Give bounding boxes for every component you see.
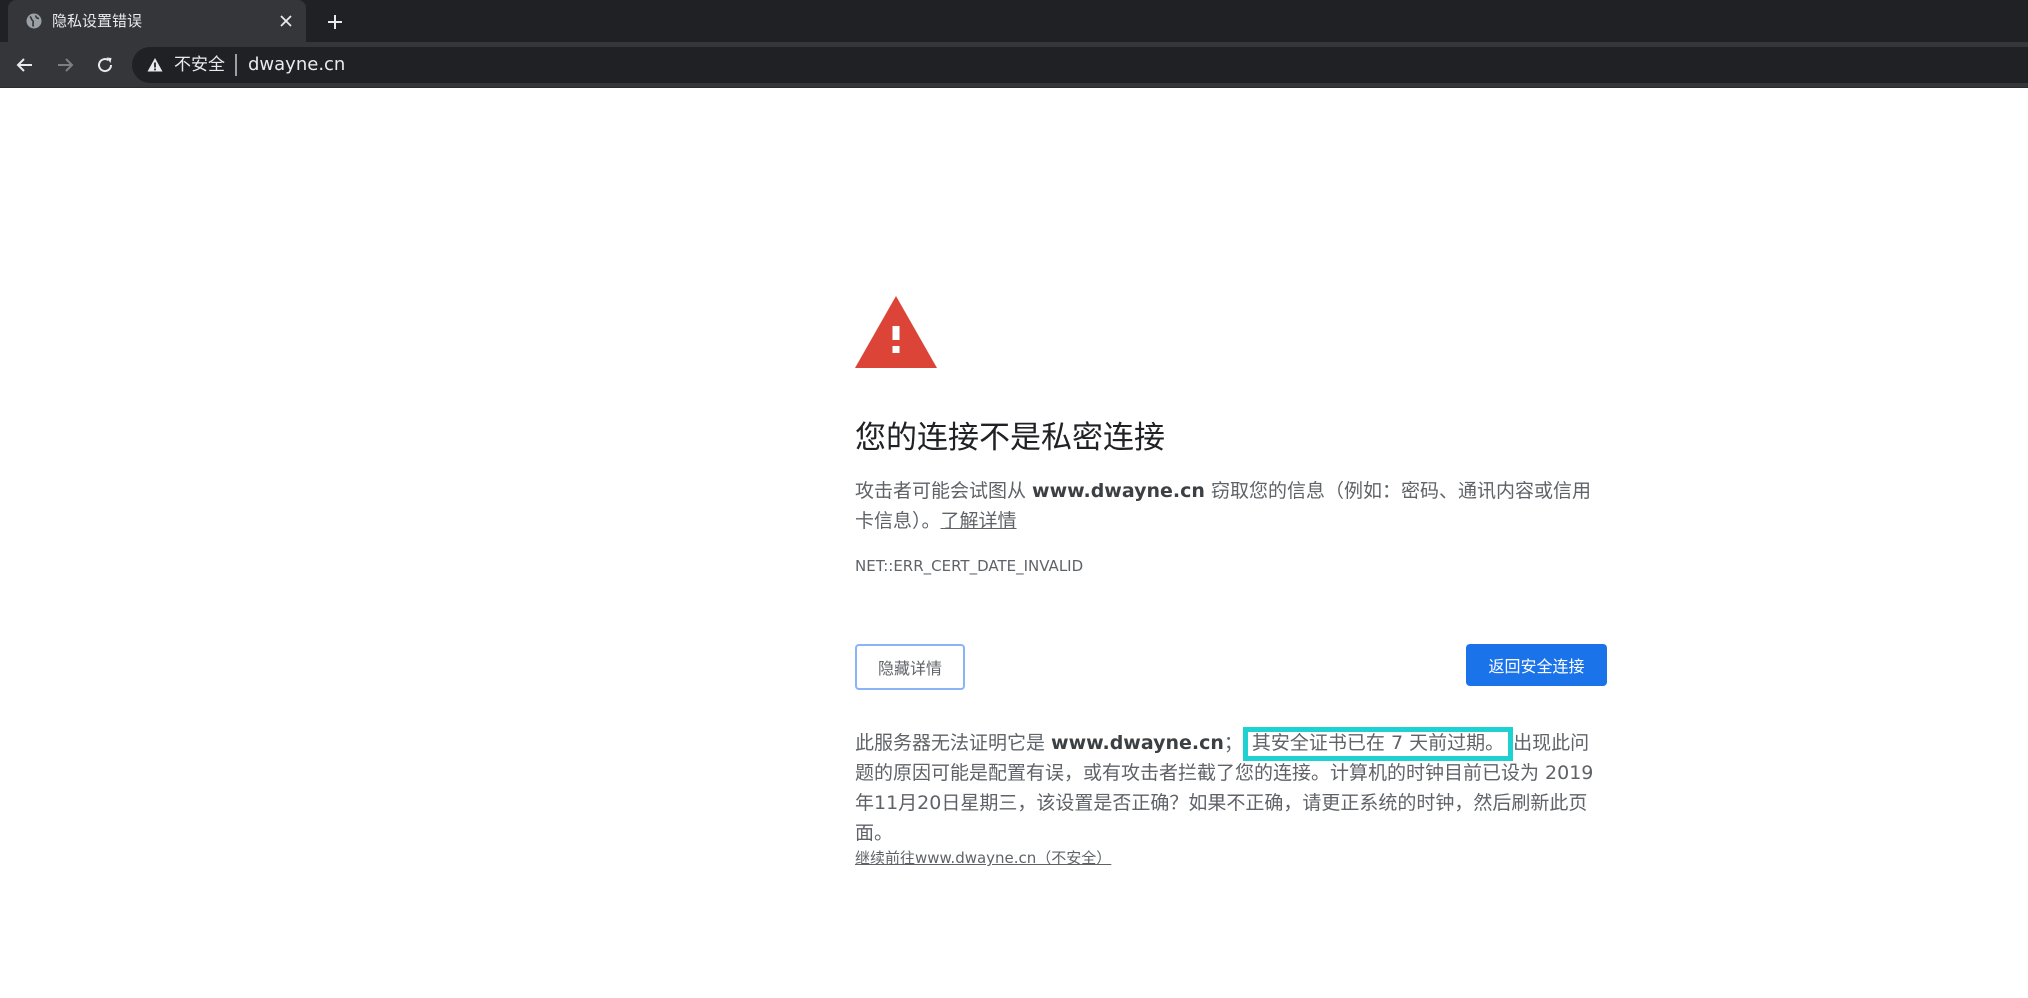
tab-title: 隐私设置错误 — [52, 12, 143, 30]
explanation-domain: www.dwayne.cn — [1032, 480, 1205, 502]
globe-icon — [24, 11, 44, 31]
tab-active[interactable]: 隐私设置错误 — [8, 0, 306, 42]
hide-details-button[interactable]: 隐藏详情 — [855, 644, 965, 690]
omnibox-separator — [235, 54, 237, 76]
details-punct: ； — [1223, 732, 1243, 754]
arrow-right-icon[interactable] — [52, 52, 78, 78]
url-text[interactable]: dwayne.cn — [248, 55, 345, 75]
browser-toolbar: 不安全 dwayne.cn — [0, 42, 2028, 88]
details-text: 此服务器无法证明它是 www.dwayne.cn； 其安全证书已在 7 天前过期。… — [855, 727, 1607, 848]
arrow-left-icon[interactable] — [12, 52, 38, 78]
close-icon[interactable] — [276, 11, 296, 31]
warning-icon[interactable] — [146, 56, 164, 74]
proceed-unsafe-link[interactable]: 继续前往www.dwayne.cn（不安全） — [855, 848, 1111, 868]
cert-expired-highlight: 其安全证书已在 7 天前过期。 — [1242, 727, 1514, 761]
error-code: NET::ERR_CERT_DATE_INVALID — [855, 557, 1084, 575]
details-before: 此服务器无法证明它是 — [855, 732, 1052, 754]
reload-icon[interactable] — [92, 52, 118, 78]
tab-strip: 隐私设置错误 — [0, 0, 2028, 42]
page-heading: 您的连接不是私密连接 — [855, 420, 1165, 456]
security-status-text[interactable]: 不安全 — [174, 55, 225, 75]
plus-icon[interactable] — [322, 9, 348, 35]
explanation-before: 攻击者可能会试图从 — [855, 480, 1033, 502]
details-domain: www.dwayne.cn — [1051, 732, 1224, 754]
explanation-text: 攻击者可能会试图从 www.dwayne.cn 窃取您的信息（例如：密码、通讯内… — [855, 476, 1607, 536]
back-to-safety-button[interactable]: 返回安全连接 — [1466, 644, 1607, 686]
learn-more-link[interactable]: 了解详情 — [941, 510, 1017, 532]
red-warning-triangle-icon — [855, 296, 937, 368]
address-bar[interactable]: 不安全 dwayne.cn — [132, 47, 2028, 83]
